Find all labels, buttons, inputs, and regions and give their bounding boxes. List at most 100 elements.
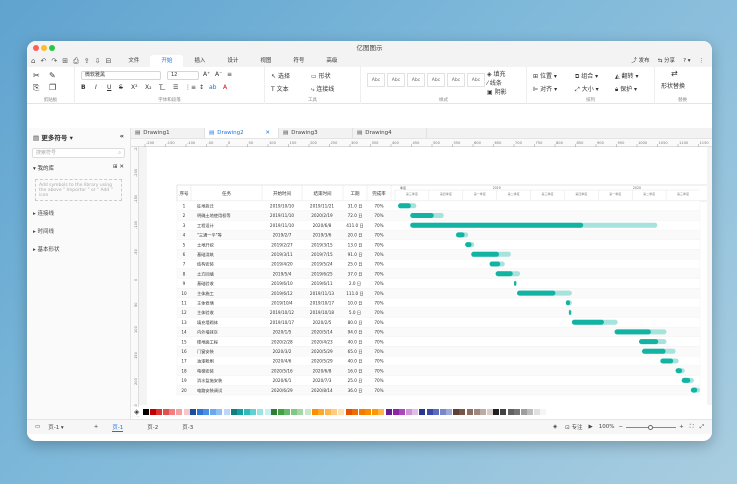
numbering-icon[interactable]: ⋮≡: [185, 84, 196, 91]
color-swatch[interactable]: [507, 408, 514, 415]
sidebar-category[interactable]: ▸ 基本形状: [27, 240, 130, 258]
menu-tab-5[interactable]: 符号: [282, 55, 315, 67]
gantt-bar[interactable]: [660, 358, 674, 364]
gantt-bar[interactable]: [495, 271, 513, 277]
color-swatch[interactable]: [264, 408, 271, 415]
highlight-icon[interactable]: ab: [209, 84, 217, 91]
more-icon[interactable]: ⋮: [699, 55, 705, 67]
shrink-font-icon[interactable]: A⁻: [215, 71, 222, 78]
page-layout-icon[interactable]: ▭: [35, 424, 40, 430]
gantt-bar[interactable]: [456, 232, 465, 238]
color-swatch[interactable]: [345, 408, 352, 415]
color-swatch[interactable]: [439, 408, 446, 415]
page-tab-2[interactable]: 页-2: [147, 423, 158, 431]
symbol-search-input[interactable]: 搜索符号 ⌕: [32, 148, 125, 158]
gantt-bar[interactable]: [690, 387, 698, 393]
layers-icon[interactable]: ◈: [553, 424, 557, 430]
close-window-button[interactable]: [33, 45, 39, 51]
focus-button[interactable]: ⊡ 专注: [565, 423, 582, 431]
gantt-bar[interactable]: [565, 300, 571, 306]
color-swatch[interactable]: [216, 408, 223, 415]
menu-tab-0[interactable]: 文件: [117, 55, 150, 67]
superscript-icon[interactable]: X²: [131, 84, 138, 91]
font-size-select[interactable]: 12: [167, 71, 199, 80]
color-swatch[interactable]: [426, 408, 433, 415]
color-swatch[interactable]: [169, 408, 176, 415]
gantt-bar[interactable]: [517, 290, 556, 296]
color-swatch[interactable]: [533, 408, 540, 415]
color-swatch[interactable]: [162, 408, 169, 415]
color-swatch[interactable]: [250, 408, 257, 415]
color-swatch[interactable]: [331, 408, 338, 415]
color-swatch[interactable]: [446, 408, 453, 415]
shadow-button[interactable]: ▣ 阴影: [487, 87, 507, 96]
color-swatch[interactable]: [183, 408, 190, 415]
color-swatch[interactable]: [256, 408, 263, 415]
gantt-bar[interactable]: [571, 319, 604, 325]
tab-drawing-3[interactable]: ▤ Drawing3: [279, 128, 353, 138]
color-swatch[interactable]: [284, 408, 291, 415]
shape-replace-icon[interactable]: ⇄: [671, 69, 678, 78]
color-swatch[interactable]: [271, 408, 278, 415]
gantt-bar[interactable]: [398, 203, 411, 209]
page-select[interactable]: 页-1 ▾: [48, 423, 64, 431]
format-painter-icon[interactable]: ✎: [49, 71, 56, 80]
fill-button[interactable]: ◈ 填充: [487, 69, 506, 78]
export-icon[interactable]: ⇪: [84, 57, 90, 65]
gantt-bar[interactable]: [675, 368, 683, 374]
color-swatch[interactable]: [324, 408, 331, 415]
shape-tool[interactable]: ▭ 形状: [311, 71, 331, 80]
gantt-bar[interactable]: [489, 261, 501, 267]
publish-button[interactable]: ⤴ 发布: [631, 55, 649, 67]
connector-tool[interactable]: ⤷ 连接线: [311, 84, 334, 94]
bold-icon[interactable]: B: [81, 84, 86, 91]
line-spacing-icon[interactable]: ↕: [199, 84, 204, 91]
color-swatch[interactable]: [486, 408, 493, 415]
home-icon[interactable]: ⌂: [31, 57, 35, 65]
fill-bucket-icon[interactable]: ◈: [134, 408, 139, 416]
sidebar-title[interactable]: 更多符号: [41, 134, 67, 142]
share-button[interactable]: ⇆ 分享: [658, 55, 675, 67]
gantt-bar[interactable]: [410, 222, 584, 228]
color-swatch[interactable]: [243, 408, 250, 415]
zoom-slider[interactable]: [626, 424, 677, 430]
color-swatch[interactable]: [459, 408, 466, 415]
position-button[interactable]: ⊞ 位置 ▾: [533, 71, 557, 80]
color-swatch[interactable]: [175, 408, 182, 415]
redo-icon[interactable]: ↷: [51, 57, 57, 65]
menu-tab-3[interactable]: 设计: [216, 55, 249, 67]
zoom-out-icon[interactable]: −: [619, 424, 624, 430]
color-swatch[interactable]: [337, 408, 344, 415]
color-swatch[interactable]: [433, 408, 440, 415]
gantt-bar[interactable]: [614, 329, 651, 335]
style-sample[interactable]: Abc: [447, 73, 465, 87]
color-swatch[interactable]: [520, 408, 527, 415]
style-sample[interactable]: Abc: [467, 73, 485, 87]
color-swatch[interactable]: [290, 408, 297, 415]
save-icon[interactable]: ⇩: [95, 57, 101, 65]
text-transform-icon[interactable]: T͟: [159, 84, 163, 91]
help-button[interactable]: ? ▾: [683, 55, 690, 67]
zoom-in-icon[interactable]: +: [679, 424, 684, 430]
style-sample[interactable]: Abc: [407, 73, 425, 87]
style-sample[interactable]: Abc: [427, 73, 445, 87]
color-swatch[interactable]: [365, 408, 372, 415]
color-swatch[interactable]: [305, 408, 312, 415]
color-swatch[interactable]: [514, 408, 521, 415]
color-swatch[interactable]: [412, 408, 419, 415]
color-swatch[interactable]: [371, 408, 378, 415]
font-family-select[interactable]: 微软雅黑: [81, 71, 161, 80]
select-tool[interactable]: ↖ 选择: [271, 71, 290, 80]
new-icon[interactable]: ⊞: [62, 57, 68, 65]
fullscreen-icon[interactable]: ⤢: [700, 424, 704, 431]
protect-button[interactable]: 🔒︎ 保护 ▾: [615, 84, 637, 94]
gantt-bar[interactable]: [471, 251, 500, 257]
paste-icon[interactable]: ⎘: [33, 83, 39, 93]
fit-page-icon[interactable]: ⛶: [690, 424, 694, 431]
line-button[interactable]: ⁄ 线条: [487, 78, 502, 87]
gantt-bar[interactable]: [681, 377, 691, 383]
color-swatch[interactable]: [237, 408, 244, 415]
rotate-button[interactable]: ◭ 翻转 ▾: [615, 71, 638, 80]
page-tab-1[interactable]: 页-1: [112, 423, 124, 432]
gantt-bar[interactable]: [410, 213, 434, 218]
